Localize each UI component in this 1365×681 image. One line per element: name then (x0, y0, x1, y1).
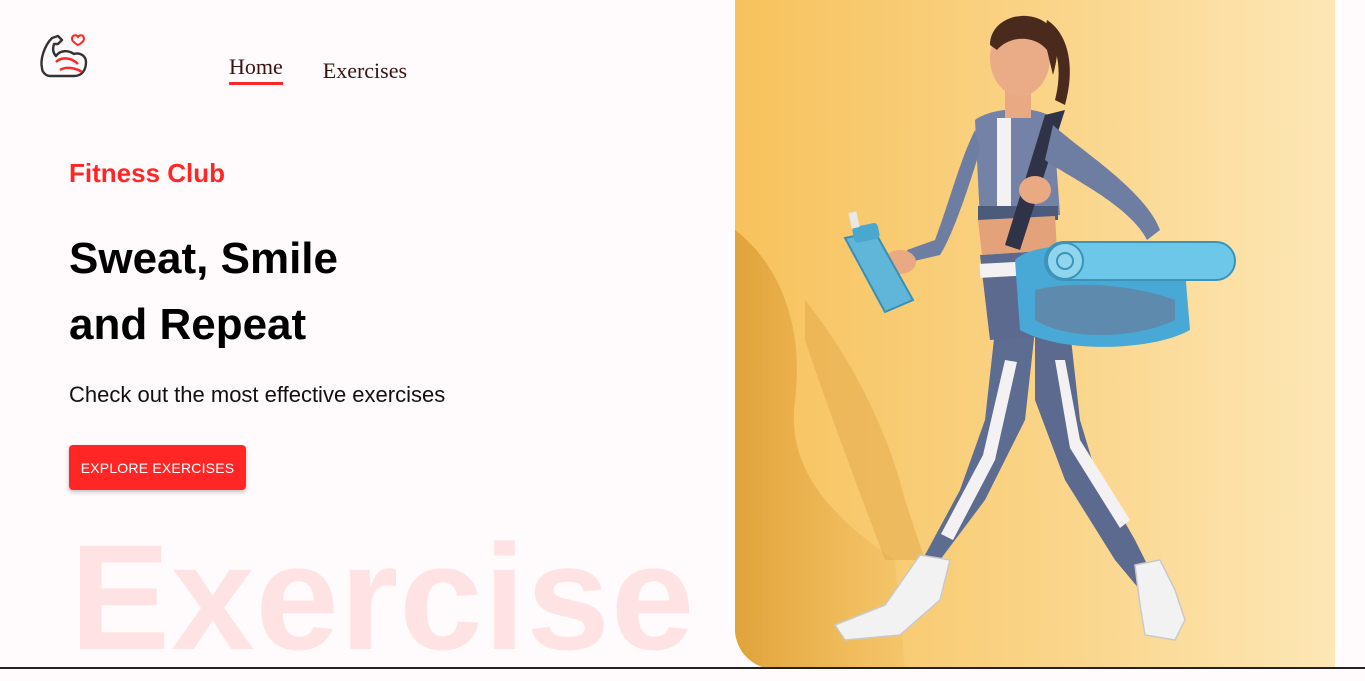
nav-link-exercises[interactable]: Exercises (323, 58, 407, 85)
background-word: Exercise (70, 513, 696, 681)
hero-headline-line1: Sweat, Smile (69, 234, 339, 283)
logo-flexed-arm-heart-icon[interactable] (38, 32, 88, 82)
hero-description: Check out the most effective exercises (69, 382, 446, 407)
hero-banner-image (735, 0, 1335, 669)
hero-subtitle: Fitness Club (69, 158, 226, 188)
explore-exercises-button[interactable]: EXPLORE EXERCISES (69, 445, 246, 490)
nav-link-home[interactable]: Home (229, 54, 283, 85)
hero-headline-line2: and Repeat (69, 300, 307, 349)
main-nav: Home Exercises (229, 54, 407, 85)
woman-walking-illustration (735, 0, 1335, 669)
hero-headline: Sweat, Smile and Repeat (69, 226, 338, 358)
